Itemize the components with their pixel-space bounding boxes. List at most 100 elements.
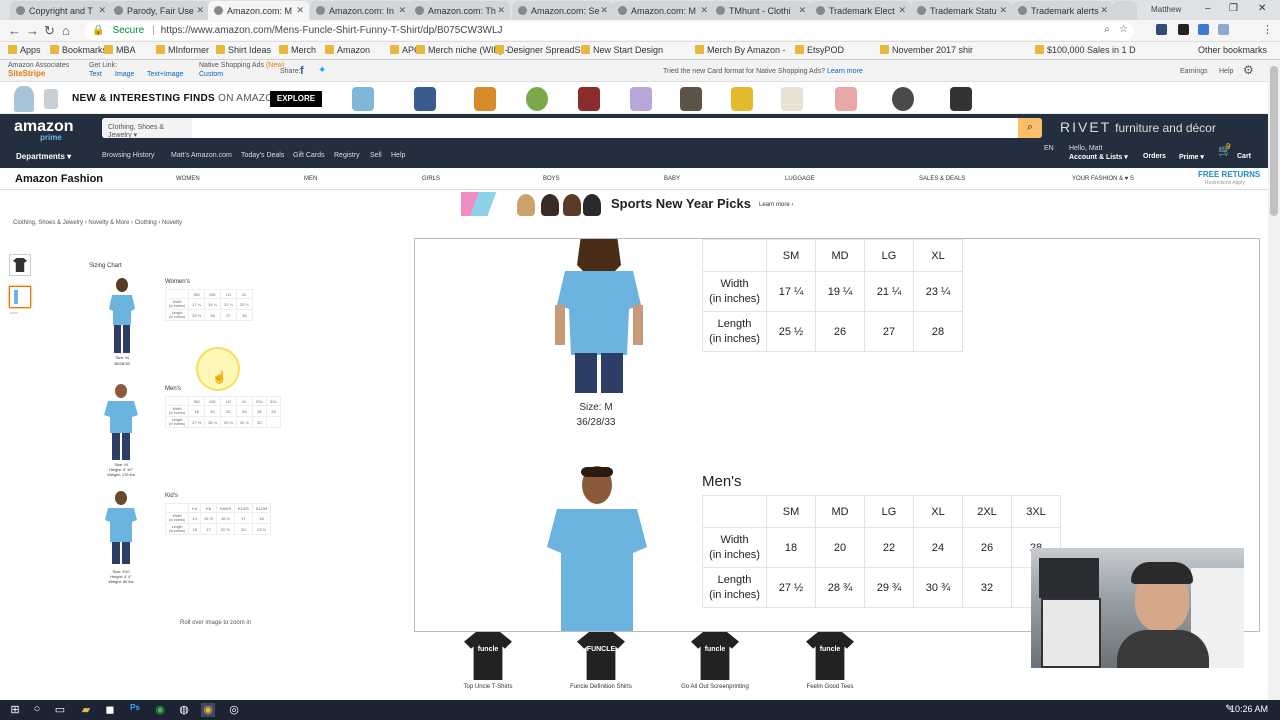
page-scrollbar[interactable] xyxy=(1268,60,1280,700)
header-nav-link[interactable]: Today's Deals xyxy=(241,152,284,159)
custom-button[interactable]: Custom xyxy=(199,71,223,78)
learn-more-link[interactable]: Learn more xyxy=(827,68,863,75)
promo-product-image[interactable] xyxy=(731,87,753,111)
account-lists-menu[interactable]: Account & Lists ▾ xyxy=(1069,153,1128,161)
tab-3[interactable]: Amazon.com: In ✕ xyxy=(310,1,411,20)
cart-label[interactable]: Cart xyxy=(1237,153,1251,160)
settings-gear-icon[interactable]: ⚙ xyxy=(1243,63,1254,77)
chrome-icon[interactable]: ◉ xyxy=(153,703,167,717)
fashion-nav-item[interactable]: WOMEN xyxy=(176,176,200,182)
product-thumbnail[interactable] xyxy=(9,254,31,276)
tab-5[interactable]: Amazon.com: Se ✕ xyxy=(512,1,613,20)
explore-button[interactable]: EXPLORE xyxy=(270,91,322,107)
related-product[interactable]: funcle Go All Out Screenprinting xyxy=(675,632,755,690)
tab-4[interactable]: Amazon.com: Th ✕ xyxy=(409,1,510,20)
bookmark-item[interactable]: Designer SpreadShe xyxy=(495,45,591,55)
tab-close-icon[interactable]: ✕ xyxy=(999,5,1007,16)
back-icon[interactable]: ← xyxy=(8,23,21,38)
tab-close-icon[interactable]: ✕ xyxy=(1100,5,1108,16)
url-input[interactable]: 🔒 Secure | https://www.amazon.com/Mens-Func… xyxy=(84,22,1134,40)
promo-product-image[interactable] xyxy=(781,87,803,111)
tab-close-icon[interactable]: ✕ xyxy=(497,5,505,16)
departments-menu[interactable]: Departments ▾ xyxy=(16,152,71,161)
search-taskbar-icon[interactable]: ○ xyxy=(30,703,44,717)
twitter-icon[interactable]: ✦ xyxy=(318,65,326,76)
sizing-chart-thumbnail[interactable] xyxy=(9,286,31,314)
bookmark-item[interactable]: MInformer xyxy=(156,45,209,55)
earnings-link[interactable]: Earnings xyxy=(1180,68,1208,75)
tab-2[interactable]: Amazon.com: M ✕ xyxy=(208,1,309,20)
promo-product-image[interactable] xyxy=(630,87,652,111)
other-bookmarks[interactable]: Other bookmarks xyxy=(1198,45,1267,55)
extension-icon[interactable] xyxy=(1156,24,1167,35)
file-explorer-icon[interactable]: ▰ xyxy=(79,703,93,717)
reload-icon[interactable]: ↻ xyxy=(44,23,55,39)
promo-product-image[interactable] xyxy=(892,87,914,111)
bookmark-item[interactable]: Apps xyxy=(8,45,41,55)
photoshop-icon[interactable]: Ps xyxy=(128,703,142,717)
tab-close-icon[interactable]: ✕ xyxy=(196,5,204,16)
minimize-icon[interactable]: – xyxy=(1205,3,1211,14)
tab-close-icon[interactable]: ✕ xyxy=(296,5,304,16)
restore-icon[interactable]: ❐ xyxy=(1229,3,1238,14)
breadcrumb[interactable]: Clothing, Shoes & Jewelry › Novelty & Mo… xyxy=(13,220,182,226)
extension-icon[interactable] xyxy=(1218,24,1229,35)
taskbar-clock[interactable]: 10:26 AM xyxy=(1230,704,1268,714)
bookmark-item[interactable]: Merch xyxy=(279,45,316,55)
close-window-icon[interactable]: ✕ xyxy=(1258,3,1266,14)
tab-0[interactable]: Copyright and T ✕ xyxy=(10,1,111,20)
related-product-label[interactable]: Top Uncle T-Shirts xyxy=(448,684,528,690)
related-product[interactable]: funcle Top Uncle T-Shirts xyxy=(448,632,528,690)
amazon-logo[interactable]: amazon prime xyxy=(14,118,74,142)
extension-icon[interactable] xyxy=(1198,24,1209,35)
windows-start-icon[interactable]: ⊞ xyxy=(8,703,22,717)
header-nav-link[interactable]: Registry xyxy=(334,152,360,159)
promo-product-image[interactable] xyxy=(680,87,702,111)
promo-product-image[interactable] xyxy=(578,87,600,111)
tab-close-icon[interactable]: ✕ xyxy=(700,5,708,16)
bookmark-item[interactable]: Shirt Ideas xyxy=(216,45,271,55)
link-text-image-button[interactable]: Text+Image xyxy=(147,71,183,78)
rivet-ad[interactable]: RIVET furniture and décor xyxy=(1060,119,1216,135)
link-image-button[interactable]: Image xyxy=(115,71,134,78)
related-product-label[interactable]: Funcle Definition Shirts xyxy=(561,684,641,690)
prime-menu[interactable]: Prime ▾ xyxy=(1179,153,1204,161)
link-text-button[interactable]: Text xyxy=(89,71,102,78)
related-product-label[interactable]: Feelin Good Tees xyxy=(790,684,870,690)
tab-7[interactable]: TMhunt - Clothi ✕ xyxy=(710,1,811,20)
bookmark-item[interactable]: New Start Design xyxy=(581,45,663,55)
tab-10[interactable]: Trademark alerts ✕ xyxy=(1012,1,1113,20)
tab-1[interactable]: Parody, Fair Use ✕ xyxy=(108,1,209,20)
tab-close-icon[interactable]: ✕ xyxy=(398,5,406,16)
fashion-nav-item[interactable]: BOYS xyxy=(543,176,560,182)
related-product[interactable]: funcle Feelin Good Tees xyxy=(790,632,870,690)
task-view-icon[interactable]: ▭ xyxy=(53,703,67,717)
chrome-active-icon[interactable]: ◉ xyxy=(201,703,215,717)
header-nav-link[interactable]: Help xyxy=(391,152,405,159)
menu-icon[interactable]: ⋮ xyxy=(1262,23,1273,36)
profile-name[interactable]: Matthew xyxy=(1151,5,1181,14)
bookmark-item[interactable]: November 2017 shir xyxy=(880,45,973,55)
scrollbar-thumb[interactable] xyxy=(1270,66,1278,216)
app-icon[interactable]: ◍ xyxy=(177,703,191,717)
bookmark-star-icon[interactable]: ☆ xyxy=(1119,24,1128,35)
extension-icon[interactable] xyxy=(1178,24,1189,35)
facebook-icon[interactable]: f xyxy=(300,65,304,77)
fashion-nav-item[interactable]: BABY xyxy=(664,176,680,182)
tab-close-icon[interactable]: ✕ xyxy=(898,5,906,16)
amazon-fashion-brand[interactable]: Amazon Fashion xyxy=(15,173,103,185)
promo-product-image[interactable] xyxy=(950,87,972,111)
fashion-nav-item[interactable]: GIRLS xyxy=(422,176,440,182)
promo-product-image[interactable] xyxy=(474,87,496,111)
new-tab-button[interactable] xyxy=(1113,1,1137,20)
bookmark-item[interactable]: Bookmarks xyxy=(50,45,107,55)
header-nav-link[interactable]: Browsing History xyxy=(102,152,155,159)
tab-close-icon[interactable]: ✕ xyxy=(600,5,608,16)
fashion-nav-item[interactable]: MEN xyxy=(304,176,317,182)
tab-6[interactable]: Amazon.com: M ✕ xyxy=(612,1,713,20)
store-icon[interactable]: ◼ xyxy=(103,703,117,717)
forward-icon[interactable]: → xyxy=(26,23,39,38)
fashion-nav-item[interactable]: SALES & DEALS xyxy=(919,176,965,182)
zoom-search-icon[interactable]: ⌕ xyxy=(1104,24,1110,35)
tab-close-icon[interactable]: ✕ xyxy=(798,5,806,16)
